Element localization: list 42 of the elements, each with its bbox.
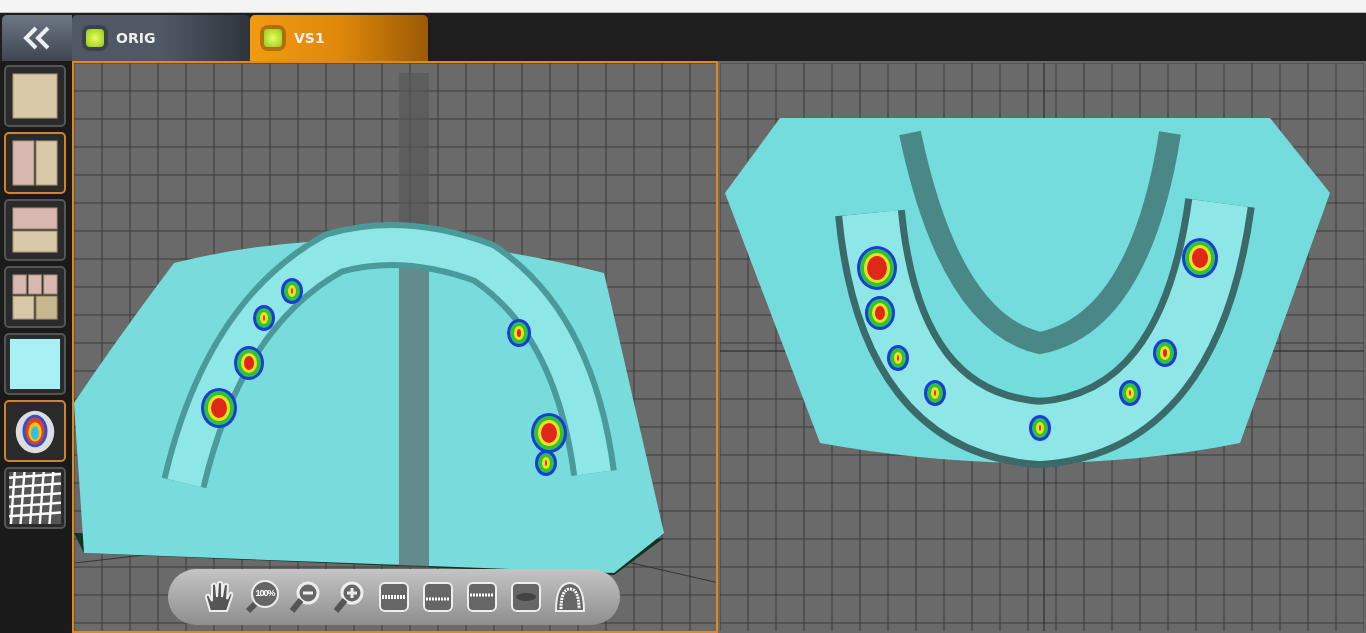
heatmap-spot xyxy=(865,296,895,330)
heatmap-spot xyxy=(1119,380,1141,406)
viewport[interactable]: 100% xyxy=(72,61,718,633)
teeth-open-view-button[interactable] xyxy=(508,579,544,615)
heatmap-spot xyxy=(234,346,264,380)
teeth-front-view-button[interactable] xyxy=(376,579,412,615)
mesh-grid-icon xyxy=(9,472,61,524)
teeth-lower-view-button[interactable] xyxy=(464,579,500,615)
plain-surface-icon xyxy=(9,338,61,390)
teeth-upper-view-button[interactable] xyxy=(420,579,456,615)
heatmap-spot xyxy=(201,388,237,428)
two-row-layout-button[interactable] xyxy=(4,199,66,261)
heatmap-spot xyxy=(887,345,909,371)
two-column-layout-icon xyxy=(9,137,61,189)
heatmap-spot xyxy=(1153,339,1177,367)
dental-arch-icon xyxy=(552,579,588,615)
single-pane-layout-icon xyxy=(9,70,61,122)
five-pane-layout-icon xyxy=(9,271,61,323)
dental-arch-button[interactable] xyxy=(552,579,588,615)
teeth-lower-view-icon xyxy=(464,579,500,615)
mesh-grid-button[interactable] xyxy=(4,467,66,529)
tab[interactable]: ORIG xyxy=(72,15,250,61)
double-chevron-left-icon xyxy=(22,26,52,50)
back-button[interactable] xyxy=(2,15,72,61)
heatmap-spot xyxy=(857,246,897,290)
heatmap-spot xyxy=(281,278,303,304)
status-light-icon xyxy=(86,29,104,47)
plain-surface-button[interactable] xyxy=(4,333,66,395)
teeth-upper-view-icon xyxy=(420,579,456,615)
five-pane-layout-button[interactable] xyxy=(4,266,66,328)
heatmap-spot xyxy=(1182,238,1218,278)
two-row-layout-icon xyxy=(9,204,61,256)
single-pane-layout-button[interactable] xyxy=(4,65,66,127)
heatmap-tooth-button[interactable] xyxy=(4,400,66,462)
teeth-open-view-icon xyxy=(508,579,544,615)
heatmap-spot xyxy=(924,380,946,406)
teeth-front-view-icon xyxy=(376,579,412,615)
two-column-layout-button[interactable] xyxy=(4,132,66,194)
heatmap-spot xyxy=(1029,415,1051,441)
heatmap-spot xyxy=(253,305,275,331)
heatmap-spot xyxy=(507,319,531,347)
status-light-icon xyxy=(264,29,282,47)
